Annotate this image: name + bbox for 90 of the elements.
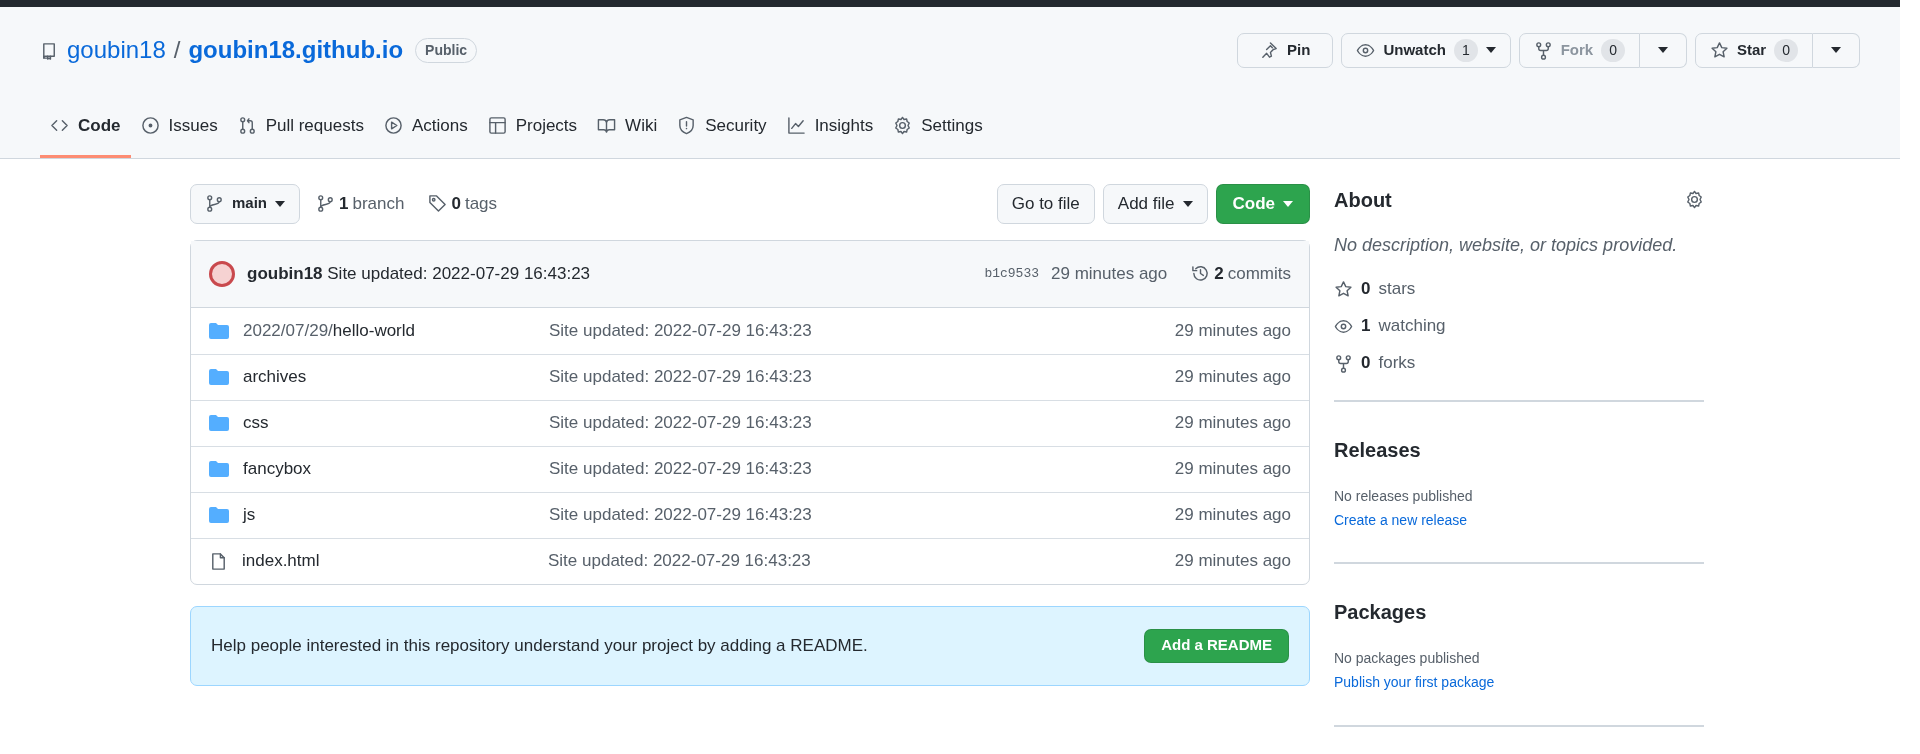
file-time: 29 minutes ago — [1174, 504, 1291, 527]
pin-button[interactable]: Pin — [1237, 32, 1334, 68]
shield-icon — [677, 116, 697, 136]
commit-message-link[interactable]: Site updated: 2022-07-29 16:43:23 — [548, 548, 811, 574]
caret-icon — [275, 200, 285, 207]
folder-icon — [209, 507, 229, 523]
section-text: No releases published — [1334, 486, 1474, 506]
section-link[interactable]: Publish your first package — [1334, 672, 1495, 693]
readme-prompt: Help people interested in this repository understand your project by adding a README. — [211, 634, 868, 657]
folder-icon — [209, 369, 229, 385]
file-time: 29 minutes ago — [1174, 412, 1291, 435]
avatar — [209, 260, 235, 287]
about-description: No description, website, or topics provided. — [1334, 233, 1679, 257]
commit-sha-link[interactable]: b1c9533 — [984, 263, 1039, 284]
nav-tab[interactable]: Wiki — [587, 103, 668, 158]
forks-link[interactable]: 0 forks — [1334, 348, 1704, 378]
nav-tab[interactable]: Settings — [883, 103, 993, 158]
file-time: 29 minutes ago — [1174, 550, 1291, 573]
commit-message-link[interactable]: Site updated: 2022-07-29 16:43:23 — [549, 502, 812, 528]
stars-link[interactable]: 0 stars — [1334, 274, 1704, 304]
counter: 0 — [1774, 38, 1798, 62]
branch-icon — [205, 194, 224, 213]
commit-message-link[interactable]: Site updated: 2022-07-29 16:43:23 — [549, 456, 812, 482]
file-time: 29 minutes ago — [1174, 458, 1291, 481]
circle-dot-icon — [140, 116, 160, 136]
commit-time: 29 minutes ago — [1051, 262, 1168, 285]
nav-tab[interactable]: Insights — [776, 103, 884, 158]
branch-selector[interactable]: main — [190, 183, 300, 224]
star-icon — [1710, 40, 1729, 60]
settings-icon — [893, 116, 913, 136]
watch-button[interactable]: Unwatch 1 — [1341, 32, 1511, 68]
tag-icon — [428, 194, 448, 213]
dropdown-button[interactable] — [1813, 32, 1860, 68]
star-button[interactable]: Star 0 — [1695, 32, 1813, 68]
owner-link[interactable]: goubin18 — [67, 32, 166, 68]
table-icon — [487, 116, 507, 136]
branches-link[interactable]: 1 branch — [316, 190, 405, 217]
file-name-link[interactable]: index.html — [242, 548, 548, 574]
dropdown-button[interactable] — [1640, 32, 1687, 68]
file-time: 29 minutes ago — [1174, 366, 1291, 389]
nav-tab[interactable]: Security — [667, 103, 777, 158]
file-time: 29 minutes ago — [1174, 319, 1291, 342]
section-heading: Packages — [1334, 600, 1428, 624]
graph-icon — [786, 116, 806, 136]
commit-message-link[interactable]: Site updated: 2022-07-29 16:43:23 — [549, 364, 812, 390]
commits-link[interactable]: 2 commits — [1191, 260, 1291, 287]
repo-name-link[interactable]: goubin18.github.io — [188, 32, 404, 68]
nav-tab[interactable]: Pull requests — [227, 103, 374, 158]
file-name-link[interactable]: 2022/07/29/hello-world — [243, 317, 549, 344]
go-to-file-button[interactable]: Go to file — [996, 183, 1095, 224]
folder-icon — [209, 461, 229, 477]
fork-icon — [1334, 353, 1353, 373]
caret-icon — [1485, 47, 1496, 53]
section-text: No packages published — [1334, 649, 1481, 668]
about-heading: About — [1334, 187, 1392, 212]
branch-icon — [316, 194, 335, 213]
counter: 0 — [1601, 38, 1625, 62]
counter: 1 — [1453, 38, 1478, 62]
commit-message-link[interactable]: Site updated: 2022-07-29 16:43:23 — [549, 317, 812, 344]
history-icon — [1191, 264, 1211, 283]
file-name-link[interactable]: css — [243, 410, 549, 436]
section-heading: Releases — [1334, 437, 1422, 462]
caret-icon — [1831, 47, 1841, 53]
nav-tab[interactable]: Projects — [477, 103, 588, 158]
add-file-button[interactable]: Add file — [1102, 183, 1208, 224]
caret-icon — [1658, 47, 1668, 53]
watchers-link[interactable]: 1 watching — [1334, 311, 1704, 341]
tags-link[interactable]: 0 tags — [428, 190, 498, 217]
pin-icon — [1260, 40, 1280, 60]
commit-message: goubin18 Site updated: 2022-07-29 16:43:23 — [247, 262, 591, 285]
path-separator: / — [173, 35, 181, 65]
fork-icon — [1533, 40, 1553, 60]
caret-icon — [1182, 200, 1193, 207]
book-icon — [597, 116, 617, 136]
file-name-link[interactable]: archives — [243, 364, 549, 390]
settings-icon — [1685, 190, 1704, 209]
play-icon — [383, 116, 403, 136]
commit-message-link[interactable]: Site updated: 2022-07-29 16:43:23 — [549, 410, 812, 436]
nav-tab[interactable]: Issues — [130, 103, 228, 158]
section-link[interactable]: Create a new release — [1334, 509, 1468, 531]
file-name-link[interactable]: fancybox — [243, 456, 549, 482]
file-icon — [209, 551, 228, 571]
folder-icon — [209, 415, 229, 431]
pull-request-icon — [237, 116, 257, 136]
star-icon — [1334, 279, 1353, 299]
nav-tab[interactable]: Actions — [373, 103, 478, 158]
nav-tab[interactable]: Code — [40, 103, 131, 158]
caret-icon — [1283, 200, 1293, 207]
folder-icon — [209, 322, 229, 339]
file-name-link[interactable]: js — [243, 502, 549, 528]
